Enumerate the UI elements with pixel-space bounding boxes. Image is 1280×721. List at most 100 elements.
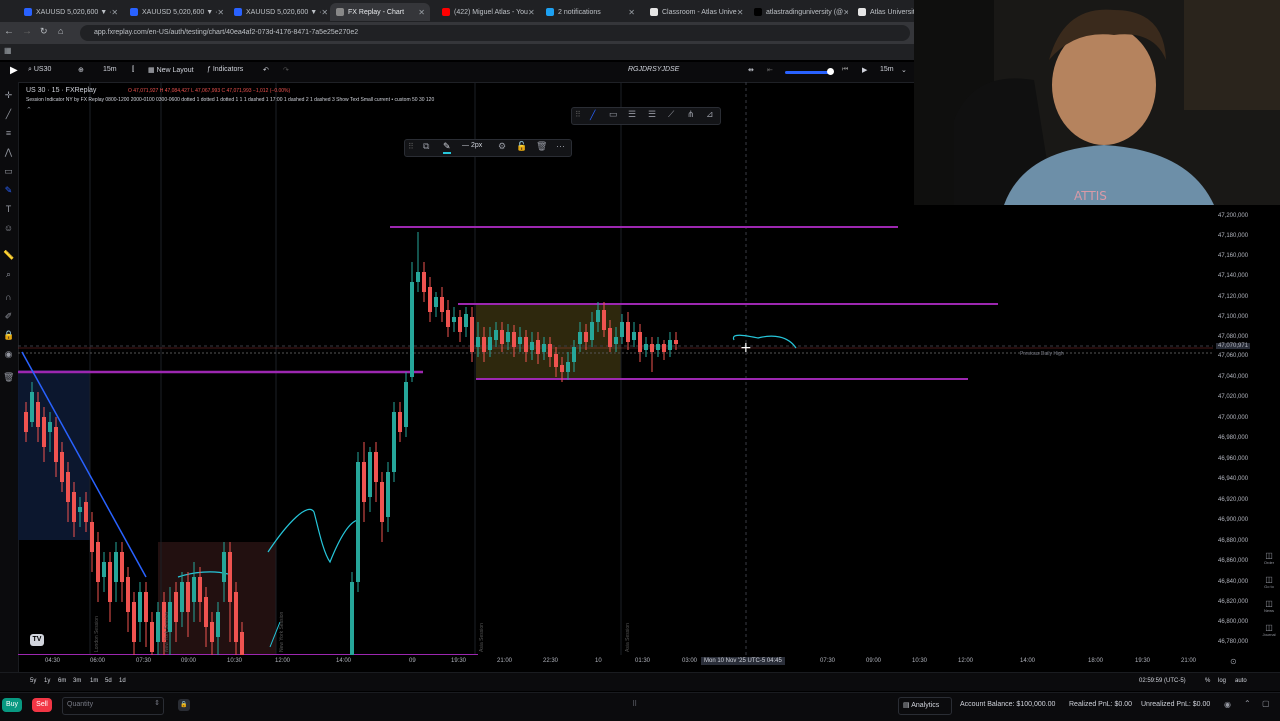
close-tab-icon[interactable]: ✕	[111, 8, 118, 17]
magnet-icon[interactable]: ∩	[3, 292, 14, 303]
replay-speed-slider-handle[interactable]	[827, 68, 834, 75]
browser-tab[interactable]: (422) Miguel Atlas - You ✕	[436, 3, 536, 21]
fib-icon[interactable]: ≡	[3, 128, 14, 139]
auto-toggle[interactable]: auto	[1235, 678, 1247, 684]
horizontal-ray-icon[interactable]: ☰	[648, 109, 656, 120]
browser-tab[interactable]: XAUUSD 5,020,600 ▼ · ✕	[124, 3, 224, 21]
browser-tab[interactable]: XAUUSD 5,020,600 ▼ · ✕	[18, 3, 118, 21]
lock-icon[interactable]: 🔒	[3, 330, 14, 341]
symbol-title[interactable]: US 30 · 15 · FXReplay	[26, 87, 626, 94]
hide-icon[interactable]: ◉	[1224, 700, 1231, 709]
settings-icon[interactable]: ⊙	[1230, 657, 1237, 666]
browser-tab[interactable]: XAUUSD 5,020,600 ▼ · ✕	[228, 3, 328, 21]
trend-line-icon[interactable]: ╱	[3, 109, 14, 120]
drag-handle-icon[interactable]: ⠿	[408, 142, 414, 151]
more-icon[interactable]: ⋯	[556, 141, 565, 152]
range-button-5d[interactable]: 5d	[105, 678, 112, 684]
text-icon[interactable]: T	[3, 204, 14, 215]
close-tab-icon[interactable]: ✕	[628, 8, 635, 17]
percent-toggle[interactable]: %	[1205, 678, 1210, 684]
parallel-channel-icon[interactable]: ☰	[628, 109, 636, 120]
right-toolbar-journal[interactable]: ◫ Journal	[1260, 623, 1278, 637]
browser-tab[interactable]: atlastradinguniversity (@ ✕	[748, 3, 848, 21]
close-tab-icon[interactable]: ✕	[528, 8, 535, 17]
line-width-button[interactable]: — 2px	[462, 142, 482, 149]
right-toolbar-news[interactable]: ◫ News	[1260, 599, 1278, 613]
browser-tab[interactable]: Atlas University	[852, 3, 914, 21]
forward-icon[interactable]: →	[22, 26, 32, 37]
chart-type-icon[interactable]: ⫿	[132, 66, 134, 74]
brush-icon[interactable]: ✎	[3, 185, 14, 196]
close-tab-icon[interactable]: ✕	[217, 8, 224, 17]
rectangle-tool-icon[interactable]: ▭	[609, 109, 618, 120]
close-tab-icon[interactable]: ✕	[418, 8, 425, 17]
right-toolbar-order[interactable]: ◫ Order	[1260, 551, 1278, 565]
lock-icon[interactable]: 🔒	[178, 699, 190, 711]
close-tab-icon[interactable]: ✕	[321, 8, 328, 17]
replay-back-icon[interactable]: ⇤	[767, 66, 773, 74]
new-layout-button[interactable]: ▦ New Layout	[148, 66, 194, 74]
grip-icon[interactable]: ⠿	[632, 700, 637, 708]
buy-button[interactable]: Buy	[2, 698, 22, 712]
drag-handle-icon[interactable]: ⠿	[575, 110, 581, 119]
time-axis[interactable]: Mon 10 Nov '25 UTC-5 04:45 ⊙ 04:30 06:00 0…	[18, 656, 1258, 670]
settings-icon[interactable]: ⚙	[498, 141, 506, 152]
range-button-6m[interactable]: 6m	[58, 678, 66, 684]
redo-icon[interactable]: ↷	[283, 66, 289, 74]
browser-tab[interactable]: Classroom - Atlas Unive ✕	[644, 3, 744, 21]
crosshair-icon[interactable]: ✛	[3, 90, 14, 101]
indicators-button[interactable]: ƒ Indicators	[207, 66, 243, 73]
log-toggle[interactable]: log	[1218, 678, 1226, 684]
indicator-legend[interactable]: Session Indicator NY by FX Replay 0800-1…	[26, 97, 626, 103]
pen-color-icon[interactable]: ✎	[443, 141, 451, 154]
home-icon[interactable]: ⌂	[58, 26, 63, 36]
lock-drawing-icon[interactable]: 🔓	[516, 141, 527, 152]
apps-icon[interactable]: ▦	[4, 46, 12, 55]
play-icon[interactable]: ▶	[862, 66, 867, 74]
interval-button[interactable]: 15m	[103, 66, 117, 73]
symbol-search[interactable]: ⌕ US30	[28, 66, 51, 74]
right-toolbar-go-to[interactable]: ◫ Go to	[1260, 575, 1278, 589]
browser-tab[interactable]: FX Replay - Chart ✕	[330, 3, 430, 21]
pitchfork-icon[interactable]: ⋔	[687, 109, 695, 120]
replay-interval[interactable]: 15m	[880, 66, 894, 73]
add-symbol-icon[interactable]: ⊕	[78, 66, 84, 74]
pattern-icon[interactable]: ⋀	[3, 147, 14, 158]
fib-retracement-icon[interactable]: ⊿	[706, 109, 714, 120]
range-button-1d[interactable]: 1d	[119, 678, 126, 684]
analytics-button[interactable]: ▤ Analytics	[898, 697, 952, 715]
delete-icon[interactable]: 🗑	[536, 141, 547, 152]
range-button-1y[interactable]: 1y	[44, 678, 50, 684]
url-field[interactable]: app.fxreplay.com/en-US/auth/testing/char…	[80, 25, 910, 41]
replay-speed-slider[interactable]	[785, 71, 833, 74]
sell-button[interactable]: Sell	[32, 698, 52, 712]
range-button-3m[interactable]: 3m	[73, 678, 81, 684]
close-tab-icon[interactable]: ✕	[737, 8, 744, 17]
close-tab-icon[interactable]: ✕	[843, 8, 848, 17]
measure-icon[interactable]: 📏	[3, 250, 14, 261]
ray-icon[interactable]: ⟋	[668, 109, 674, 120]
trash-icon[interactable]: 🗑	[3, 372, 14, 383]
chevron-down-icon[interactable]: ⌄	[901, 66, 907, 74]
ruler-icon[interactable]: ▭	[3, 166, 14, 177]
reload-icon[interactable]: ↻	[40, 26, 48, 37]
collapse-legend-icon[interactable]: ⌃	[26, 106, 626, 114]
back-icon[interactable]: ←	[4, 26, 14, 37]
replay-select-bar-icon[interactable]: ⇹	[748, 66, 754, 74]
stepper-icon[interactable]: ⇕	[154, 699, 160, 707]
eye-icon[interactable]: ◉	[3, 349, 14, 360]
zoom-icon[interactable]: ⌕	[3, 269, 14, 280]
expand-icon[interactable]: ▢	[1262, 699, 1270, 708]
price-axis[interactable]: 47,200,000 47,180,000 47,160,000 47,140,000…	[1213, 205, 1258, 660]
step-back-icon[interactable]: ⏮	[842, 66, 848, 74]
emoji-icon[interactable]: ☺	[3, 223, 14, 234]
browser-tab[interactable]: 2 notifications ✕	[540, 3, 640, 21]
range-button-5y[interactable]: 5y	[30, 678, 36, 684]
stay-drawing-icon[interactable]: ✐	[3, 311, 14, 322]
quantity-input[interactable]: Quantity ⇕	[62, 697, 164, 715]
chevron-up-icon[interactable]: ⌃	[1244, 699, 1251, 708]
undo-icon[interactable]: ↶	[263, 66, 269, 74]
trend-line-tool-icon[interactable]: ╱	[590, 110, 595, 121]
template-icon[interactable]: ⧉	[423, 141, 429, 152]
range-button-1m[interactable]: 1m	[90, 678, 98, 684]
